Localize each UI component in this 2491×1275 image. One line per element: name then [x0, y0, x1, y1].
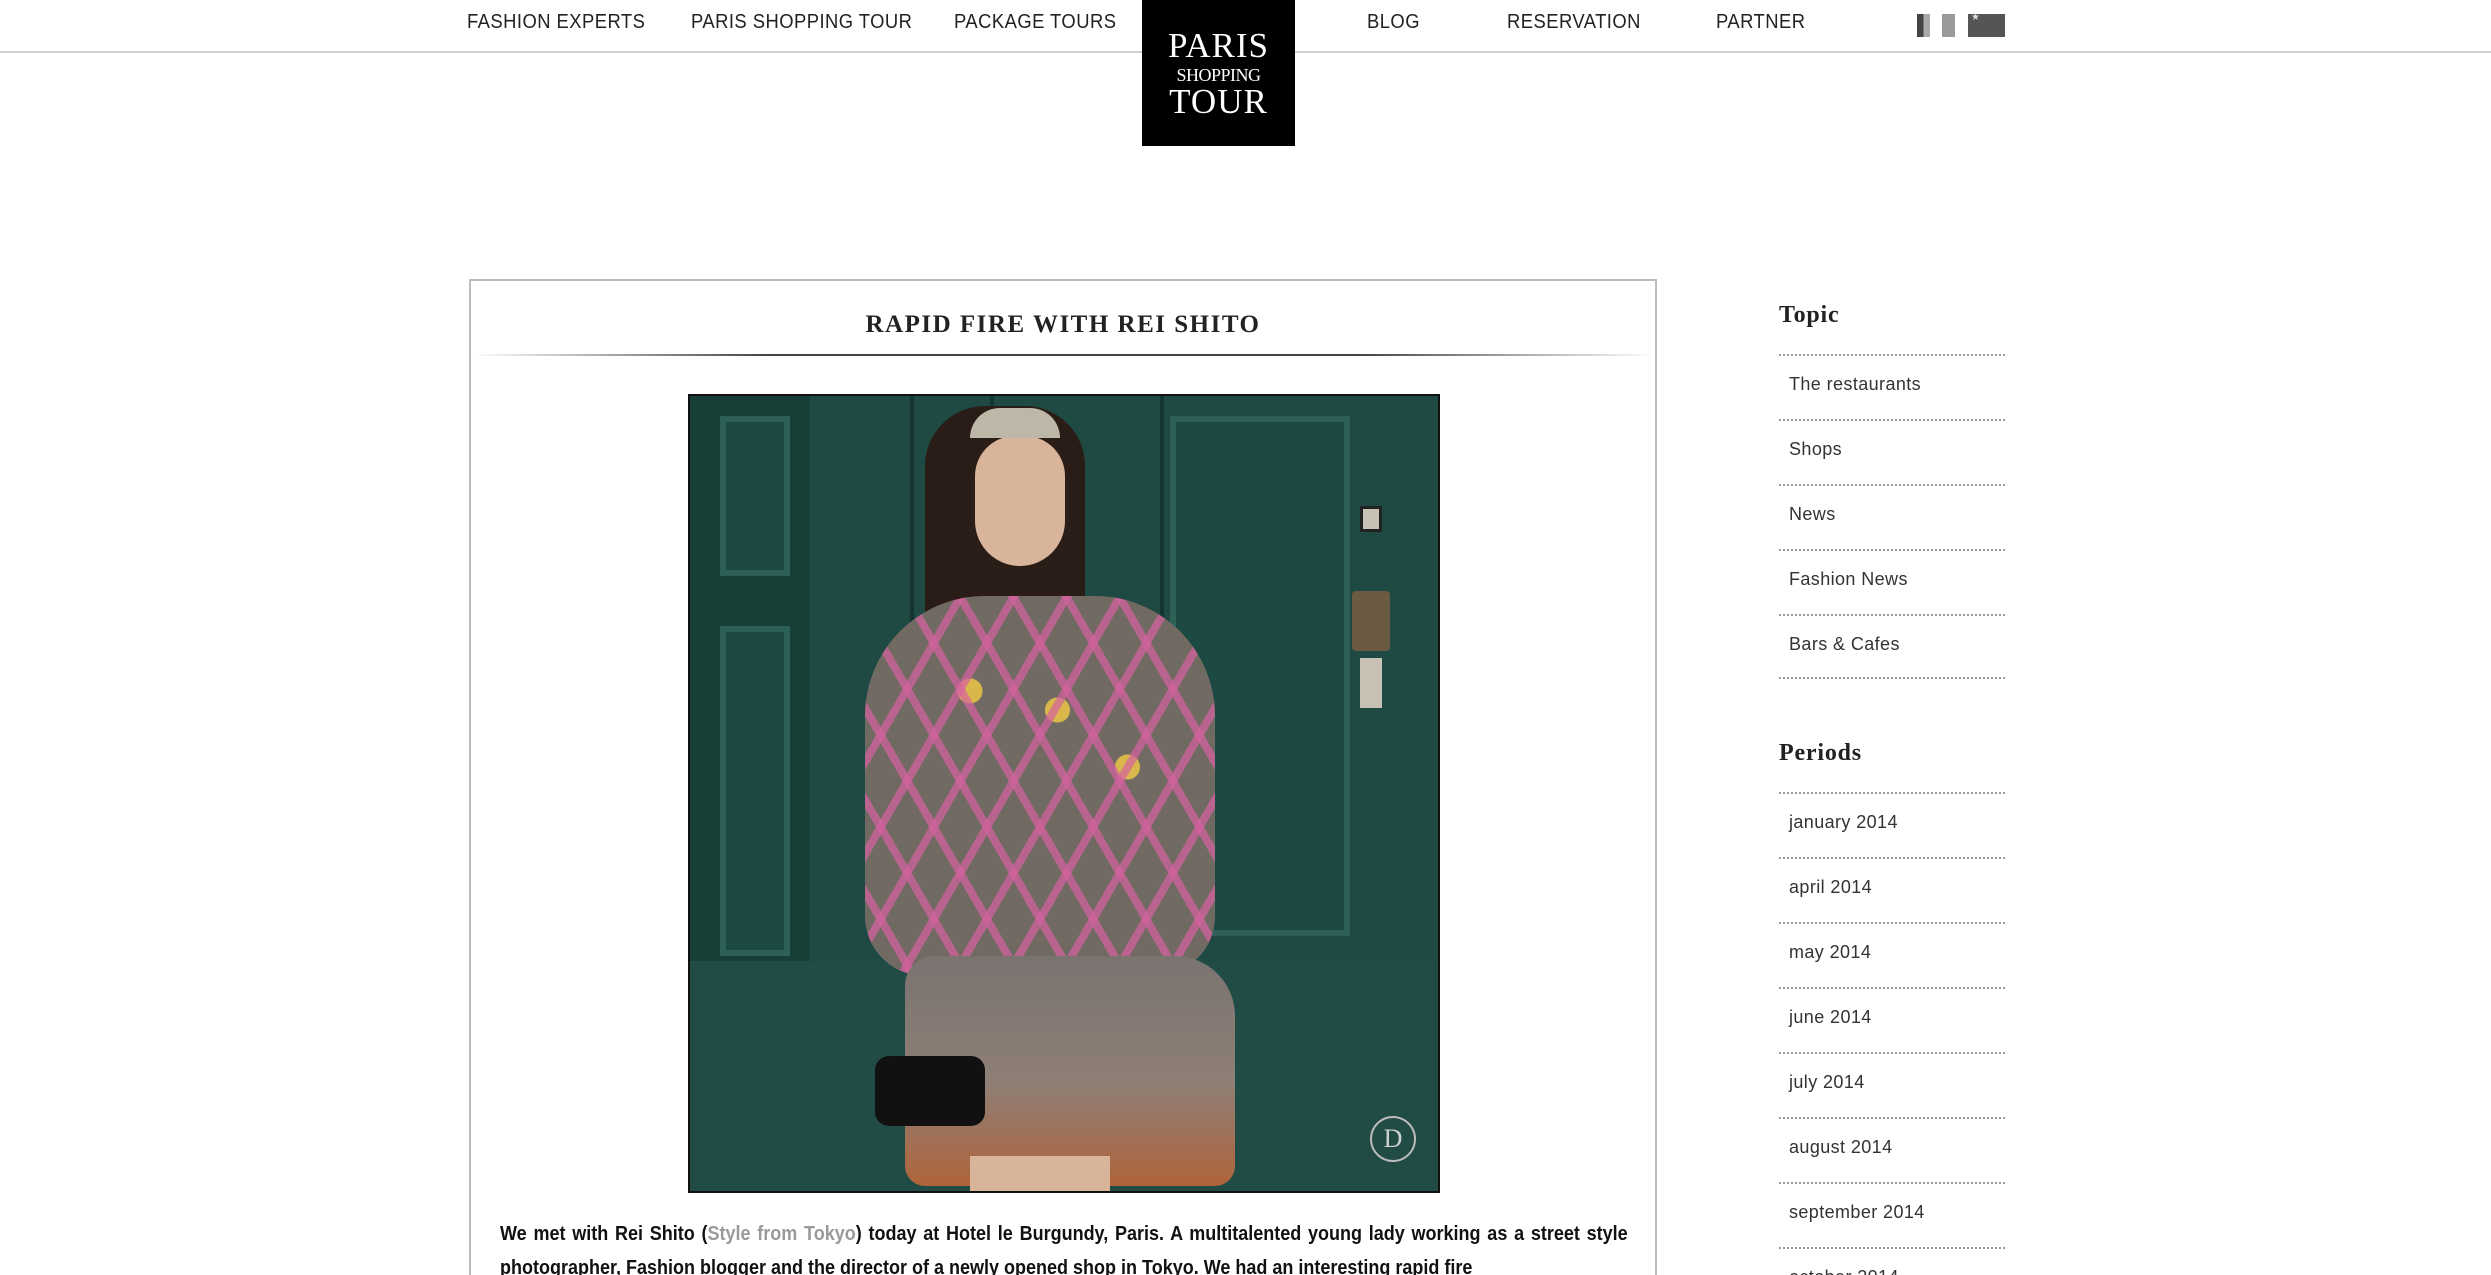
period-label: october 2014 — [1789, 1267, 1899, 1275]
nav-reservation[interactable]: RESERVATION — [1507, 11, 1641, 34]
period-label: july 2014 — [1789, 1072, 1865, 1092]
french-flag-icon[interactable] — [1917, 14, 1930, 37]
period-item[interactable]: january 2014 — [1779, 792, 2005, 857]
period-label: august 2014 — [1789, 1137, 1893, 1157]
period-label: june 2014 — [1789, 1007, 1872, 1027]
period-item[interactable]: june 2014 — [1779, 987, 2005, 1052]
logo-line-3: TOUR — [1169, 82, 1268, 121]
topic-label: Shops — [1789, 439, 1843, 459]
topic-heading: Topic — [1779, 302, 1840, 328]
topic-list: The restaurants Shops News Fashion News … — [1779, 354, 2005, 679]
topic-item-fashion-news[interactable]: Fashion News — [1779, 549, 2005, 614]
chinese-flag-icon[interactable] — [1968, 12, 2005, 37]
camera-icon — [875, 1056, 985, 1126]
period-item[interactable]: august 2014 — [1779, 1117, 2005, 1182]
body-text-start: We met with Rei Shito ( — [500, 1223, 708, 1245]
article-card: RAPID FIRE WITH REI SHITO D We met with … — [469, 279, 1657, 1275]
nav-package-tours[interactable]: PACKAGE TOURS — [954, 11, 1116, 34]
topic-label: News — [1789, 504, 1836, 524]
nav-partner[interactable]: PARTNER — [1716, 11, 1805, 34]
topic-label: The restaurants — [1789, 374, 1922, 394]
period-label: april 2014 — [1789, 877, 1873, 897]
periods-list: january 2014 april 2014 may 2014 june 20… — [1779, 792, 2005, 1275]
nav-blog[interactable]: BLOG — [1367, 11, 1420, 34]
period-label: september 2014 — [1789, 1202, 1925, 1222]
nav-paris-shopping-tour[interactable]: PARIS SHOPPING TOUR — [691, 11, 912, 34]
period-item[interactable]: september 2014 — [1779, 1182, 2005, 1247]
photographer-watermark-icon: D — [1370, 1116, 1416, 1162]
topic-label: Fashion News — [1789, 569, 1908, 589]
topic-item-restaurants[interactable]: The restaurants — [1779, 354, 2005, 419]
period-item[interactable]: april 2014 — [1779, 857, 2005, 922]
topic-item-shops[interactable]: Shops — [1779, 419, 2005, 484]
period-label: january 2014 — [1789, 812, 1898, 832]
italian-flag-icon[interactable] — [1942, 14, 1955, 37]
article-body: We met with Rei Shito (Style from Tokyo)… — [500, 1217, 1628, 1275]
site-logo[interactable]: PARIS SHOPPING TOUR — [1142, 0, 1295, 146]
nav-fashion-experts[interactable]: FASHION EXPERTS — [467, 11, 645, 34]
periods-heading: Periods — [1779, 740, 1862, 766]
page: FASHION EXPERTS PARIS SHOPPING TOUR PACK… — [0, 0, 2491, 1275]
logo-line-1: PARIS — [1168, 26, 1269, 65]
period-item[interactable]: october 2014 — [1779, 1247, 2005, 1275]
topic-item-news[interactable]: News — [1779, 484, 2005, 549]
topic-item-bars-cafes[interactable]: Bars & Cafes — [1779, 614, 2005, 679]
article-title: RAPID FIRE WITH REI SHITO — [865, 311, 1261, 338]
article-photo: D — [688, 394, 1440, 1193]
period-label: may 2014 — [1789, 942, 1872, 962]
topic-label: Bars & Cafes — [1789, 634, 1900, 654]
style-from-tokyo-link[interactable]: Style from Tokyo — [708, 1223, 856, 1245]
title-divider — [471, 354, 1655, 356]
period-item[interactable]: may 2014 — [1779, 922, 2005, 987]
period-item[interactable]: july 2014 — [1779, 1052, 2005, 1117]
